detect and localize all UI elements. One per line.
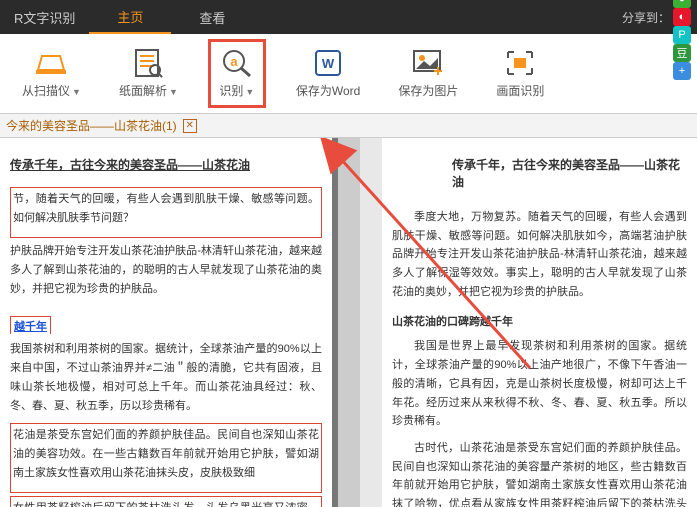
screen-recognize-button[interactable]: 画面识别 (488, 42, 552, 105)
layout-icon (130, 48, 166, 78)
share-bar: 分享到： 🐧✱●◐P豆+ (622, 0, 697, 34)
close-tab-icon[interactable]: ✕ (183, 119, 197, 133)
document-tab-title[interactable]: 今来的美容圣品——山茶花油(1) (6, 117, 177, 134)
toolbar: 从扫描仪▼ 纸面解析▼ a 识别▼ W 保存为Word 保存为图片 画面识别 (0, 34, 697, 114)
right-subheading: 山茶花油的口碑跨越千年 (392, 313, 687, 329)
left-p3: 我国茶树和利用茶树的国家。据统计，全球茶油产量的90%以上来自中国，不过山茶油界… (10, 340, 322, 415)
word-icon: W (310, 48, 346, 78)
share-more-icon[interactable]: + (673, 62, 691, 80)
scanner-button[interactable]: 从扫描仪▼ (14, 42, 89, 105)
left-box2: 女性用茶籽榨油后留下的茶枯洗头发。头发乌黑光亮又浓密，如今无论中外，从名牌到明星… (13, 499, 319, 507)
save-word-button[interactable]: W 保存为Word (288, 42, 368, 105)
save-image-label: 保存为图片 (398, 82, 458, 99)
save-word-label: 保存为Word (296, 82, 360, 99)
svg-text:a: a (230, 54, 238, 69)
chevron-down-icon: ▼ (245, 87, 254, 97)
workspace: 传承千年，古往今来的美容圣品——山茶花油 节，随着天气的回暖，有些人会遇到肌肤干… (0, 138, 697, 507)
right-p1: 季度大地，万物复苏。随着天气的回暖，有些人会遇到肌肤干燥、敏感等问题。如何解决肌… (392, 208, 687, 301)
recognize-label: 识别 (219, 84, 243, 98)
right-p2: 我国是世界上最早发现茶树和利用茶树的国家。据统计，全球茶油产量的90%以上油产地… (392, 337, 687, 430)
tab-view[interactable]: 查看 (171, 0, 253, 34)
red-box-3: 女性用茶籽榨油后留下的茶枯洗头发。头发乌黑光亮又浓密，如今无论中外，从名牌到明星… (10, 496, 322, 507)
left-p1: 节，随着天气的回暖，有些人会遇到肌肤干燥、敏感等问题。如何解决肌肤季节问题？ (13, 190, 319, 227)
save-image-button[interactable]: 保存为图片 (390, 42, 466, 105)
share-weibo-icon[interactable]: ◐ (673, 8, 691, 26)
source-pane[interactable]: 传承千年，古往今来的美容圣品——山茶花油 节，随着天气的回暖，有些人会遇到肌肤干… (0, 138, 338, 507)
share-p-icon[interactable]: P (673, 26, 691, 44)
left-subheading: 越千年 (10, 316, 51, 334)
tab-home[interactable]: 主页 (89, 0, 171, 34)
screen-label: 画面识别 (496, 82, 544, 99)
right-heading: 传承千年，古往今来的美容圣品——山茶花油 (392, 156, 687, 190)
red-box-2: 花油是茶受东宫妃们面的养颜护肤佳品。民间自也深知山茶花油的美容功效。在一些古籍数… (10, 423, 322, 493)
scanner-label: 从扫描仪 (22, 84, 70, 98)
share-wechat2-icon[interactable]: ● (673, 0, 691, 8)
recognize-button[interactable]: a 识别▼ (208, 39, 266, 108)
chevron-down-icon: ▼ (169, 87, 178, 97)
image-icon (410, 48, 446, 78)
layout-label: 纸面解析 (119, 84, 167, 98)
left-heading: 传承千年，古往今来的美容圣品——山茶花油 (10, 156, 322, 173)
layout-button[interactable]: 纸面解析▼ (111, 42, 186, 105)
menubar: R文字识别 主页 查看 分享到： 🐧✱●◐P豆+ (0, 0, 697, 34)
svg-text:W: W (322, 56, 335, 71)
left-p2: 护肤品牌开始专注开发山茶花油护肤品-林清轩山茶花油，越来越多人了解到山茶花油的，… (10, 242, 322, 298)
recognize-icon: a (219, 48, 255, 78)
chevron-down-icon: ▼ (72, 87, 81, 97)
scanner-icon (33, 48, 69, 78)
left-box1: 花油是茶受东宫妃们面的养颜护肤佳品。民间自也深知山茶花油的美容功效。在一些古籍数… (13, 426, 319, 482)
app-title: R文字识别 (0, 0, 89, 34)
right-p3: 古时代，山茶花油是茶受东宫妃们面的养颜护肤佳品。民间自也深知山茶花油的美容量产茶… (392, 439, 687, 507)
document-tab-bar: 今来的美容圣品——山茶花油(1) ✕ (0, 114, 697, 138)
screen-icon (502, 48, 538, 78)
red-box-1: 节，随着天气的回暖，有些人会遇到肌肤干燥、敏感等问题。如何解决肌肤季节问题？ (10, 187, 322, 238)
pane-gutter (338, 138, 360, 507)
share-douban-icon[interactable]: 豆 (673, 44, 691, 62)
result-pane[interactable]: 传承千年，古往今来的美容圣品——山茶花油 季度大地，万物复苏。随着天气的回暖，有… (382, 138, 697, 507)
share-label: 分享到： (622, 9, 670, 26)
